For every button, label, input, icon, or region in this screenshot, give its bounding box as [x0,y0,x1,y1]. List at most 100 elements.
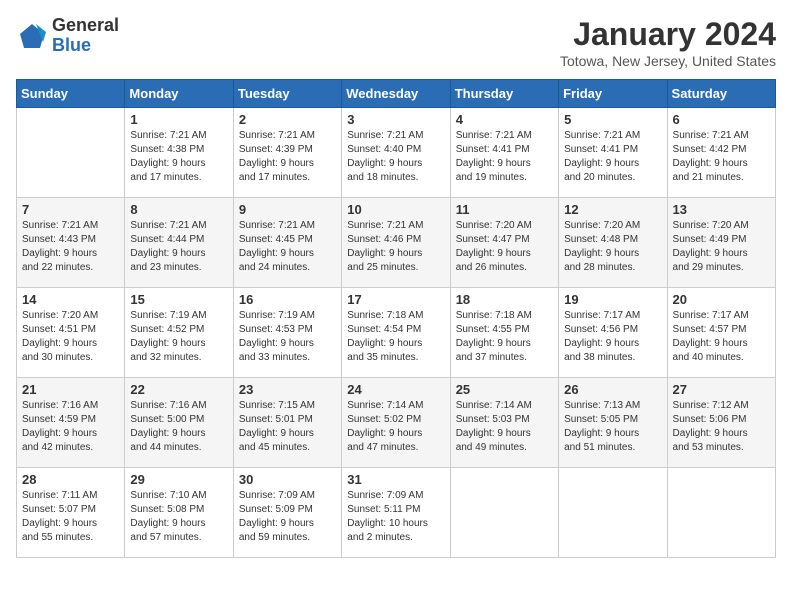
calendar-day-cell: 29 Sunrise: 7:10 AM Sunset: 5:08 PM Dayli… [125,468,233,558]
day-info: Sunrise: 7:15 AM Sunset: 5:01 PM Dayligh… [239,399,336,455]
calendar-day-cell: 30 Sunrise: 7:09 AM Sunset: 5:09 PM Dayli… [233,468,341,558]
calendar-day-cell: 17 Sunrise: 7:18 AM Sunset: 4:54 PM Dayli… [342,288,450,378]
calendar-day-cell: 21 Sunrise: 7:16 AM Sunset: 4:59 PM Dayli… [17,378,125,468]
day-number: 9 [239,202,336,217]
day-info: Sunrise: 7:21 AM Sunset: 4:41 PM Dayligh… [564,129,661,185]
day-number: 27 [673,382,770,397]
calendar-subtitle: Totowa, New Jersey, United States [560,53,776,69]
day-number: 1 [130,112,227,127]
day-number: 17 [347,292,444,307]
day-of-week-header: Tuesday [233,80,341,108]
calendar-table: SundayMondayTuesdayWednesdayThursdayFrid… [16,79,776,558]
calendar-week-row: 7Sunrise: 7:21 AM Sunset: 4:43 PM Daylig… [17,198,776,288]
day-number: 12 [564,202,661,217]
day-info: Sunrise: 7:21 AM Sunset: 4:45 PM Dayligh… [239,219,336,275]
day-number: 21 [22,382,119,397]
calendar-day-cell: 12Sunrise: 7:20 AM Sunset: 4:48 PM Dayli… [559,198,667,288]
calendar-day-cell: 18 Sunrise: 7:18 AM Sunset: 4:55 PM Dayli… [450,288,558,378]
day-info: Sunrise: 7:17 AM Sunset: 4:56 PM Dayligh… [564,309,661,365]
calendar-week-row: 1 Sunrise: 7:21 AM Sunset: 4:38 PM Daylig… [17,108,776,198]
calendar-day-cell: 1 Sunrise: 7:21 AM Sunset: 4:38 PM Daylig… [125,108,233,198]
calendar-day-cell: 19 Sunrise: 7:17 AM Sunset: 4:56 PM Dayli… [559,288,667,378]
day-of-week-header: Friday [559,80,667,108]
day-info: Sunrise: 7:09 AM Sunset: 5:09 PM Dayligh… [239,489,336,545]
calendar-day-cell: 10 Sunrise: 7:21 AM Sunset: 4:46 PM Dayli… [342,198,450,288]
day-info: Sunrise: 7:21 AM Sunset: 4:42 PM Dayligh… [673,129,770,185]
logo-general-text: General [52,16,119,36]
day-number: 31 [347,472,444,487]
calendar-day-cell: 3 Sunrise: 7:21 AM Sunset: 4:40 PM Daylig… [342,108,450,198]
calendar-title: January 2024 [560,16,776,53]
day-number: 26 [564,382,661,397]
calendar-day-cell: 4 Sunrise: 7:21 AM Sunset: 4:41 PM Daylig… [450,108,558,198]
day-info: Sunrise: 7:21 AM Sunset: 4:38 PM Dayligh… [130,129,227,185]
day-info: Sunrise: 7:10 AM Sunset: 5:08 PM Dayligh… [130,489,227,545]
day-number: 28 [22,472,119,487]
calendar-day-cell [559,468,667,558]
calendar-day-cell: 2 Sunrise: 7:21 AM Sunset: 4:39 PM Daylig… [233,108,341,198]
calendar-day-cell: 14Sunrise: 7:20 AM Sunset: 4:51 PM Dayli… [17,288,125,378]
day-of-week-header: Saturday [667,80,775,108]
day-number: 11 [456,202,553,217]
day-number: 23 [239,382,336,397]
calendar-day-cell: 16 Sunrise: 7:19 AM Sunset: 4:53 PM Dayli… [233,288,341,378]
day-info: Sunrise: 7:19 AM Sunset: 4:52 PM Dayligh… [130,309,227,365]
calendar-day-cell: 5Sunrise: 7:21 AM Sunset: 4:41 PM Daylig… [559,108,667,198]
logo-blue-text: Blue [52,36,119,56]
day-of-week-header: Thursday [450,80,558,108]
day-info: Sunrise: 7:18 AM Sunset: 4:54 PM Dayligh… [347,309,444,365]
calendar-day-cell: 25Sunrise: 7:14 AM Sunset: 5:03 PM Dayli… [450,378,558,468]
calendar-day-cell: 15Sunrise: 7:19 AM Sunset: 4:52 PM Dayli… [125,288,233,378]
day-info: Sunrise: 7:21 AM Sunset: 4:44 PM Dayligh… [130,219,227,275]
calendar-day-cell: 13 Sunrise: 7:20 AM Sunset: 4:49 PM Dayli… [667,198,775,288]
calendar-week-row: 21 Sunrise: 7:16 AM Sunset: 4:59 PM Dayli… [17,378,776,468]
day-number: 13 [673,202,770,217]
day-info: Sunrise: 7:13 AM Sunset: 5:05 PM Dayligh… [564,399,661,455]
calendar-header-row: SundayMondayTuesdayWednesdayThursdayFrid… [17,80,776,108]
day-info: Sunrise: 7:19 AM Sunset: 4:53 PM Dayligh… [239,309,336,365]
day-info: Sunrise: 7:20 AM Sunset: 4:49 PM Dayligh… [673,219,770,275]
day-number: 2 [239,112,336,127]
calendar-day-cell: 8Sunrise: 7:21 AM Sunset: 4:44 PM Daylig… [125,198,233,288]
day-info: Sunrise: 7:16 AM Sunset: 4:59 PM Dayligh… [22,399,119,455]
day-info: Sunrise: 7:17 AM Sunset: 4:57 PM Dayligh… [673,309,770,365]
day-number: 10 [347,202,444,217]
day-number: 20 [673,292,770,307]
day-info: Sunrise: 7:21 AM Sunset: 4:43 PM Dayligh… [22,219,119,275]
calendar-day-cell: 27Sunrise: 7:12 AM Sunset: 5:06 PM Dayli… [667,378,775,468]
day-info: Sunrise: 7:21 AM Sunset: 4:39 PM Dayligh… [239,129,336,185]
calendar-day-cell: 23 Sunrise: 7:15 AM Sunset: 5:01 PM Dayli… [233,378,341,468]
day-of-week-header: Monday [125,80,233,108]
header: General Blue January 2024 Totowa, New Je… [16,16,776,69]
day-number: 3 [347,112,444,127]
calendar-day-cell: 28 Sunrise: 7:11 AM Sunset: 5:07 PM Dayli… [17,468,125,558]
day-number: 29 [130,472,227,487]
calendar-day-cell: 11 Sunrise: 7:20 AM Sunset: 4:47 PM Dayli… [450,198,558,288]
day-info: Sunrise: 7:20 AM Sunset: 4:47 PM Dayligh… [456,219,553,275]
logo-icon [16,20,48,52]
day-info: Sunrise: 7:21 AM Sunset: 4:46 PM Dayligh… [347,219,444,275]
day-info: Sunrise: 7:21 AM Sunset: 4:40 PM Dayligh… [347,129,444,185]
day-number: 18 [456,292,553,307]
day-info: Sunrise: 7:18 AM Sunset: 4:55 PM Dayligh… [456,309,553,365]
calendar-week-row: 28 Sunrise: 7:11 AM Sunset: 5:07 PM Dayli… [17,468,776,558]
calendar-day-cell [450,468,558,558]
calendar-day-cell: 7Sunrise: 7:21 AM Sunset: 4:43 PM Daylig… [17,198,125,288]
day-number: 19 [564,292,661,307]
calendar-week-row: 14Sunrise: 7:20 AM Sunset: 4:51 PM Dayli… [17,288,776,378]
day-info: Sunrise: 7:20 AM Sunset: 4:51 PM Dayligh… [22,309,119,365]
calendar-day-cell: 31 Sunrise: 7:09 AM Sunset: 5:11 PM Dayli… [342,468,450,558]
day-number: 4 [456,112,553,127]
day-info: Sunrise: 7:16 AM Sunset: 5:00 PM Dayligh… [130,399,227,455]
day-number: 24 [347,382,444,397]
calendar-day-cell: 26 Sunrise: 7:13 AM Sunset: 5:05 PM Dayli… [559,378,667,468]
calendar-day-cell: 6Sunrise: 7:21 AM Sunset: 4:42 PM Daylig… [667,108,775,198]
day-number: 16 [239,292,336,307]
day-info: Sunrise: 7:11 AM Sunset: 5:07 PM Dayligh… [22,489,119,545]
day-info: Sunrise: 7:21 AM Sunset: 4:41 PM Dayligh… [456,129,553,185]
day-info: Sunrise: 7:09 AM Sunset: 5:11 PM Dayligh… [347,489,444,545]
logo: General Blue [16,16,119,56]
day-info: Sunrise: 7:14 AM Sunset: 5:02 PM Dayligh… [347,399,444,455]
day-number: 30 [239,472,336,487]
day-of-week-header: Wednesday [342,80,450,108]
